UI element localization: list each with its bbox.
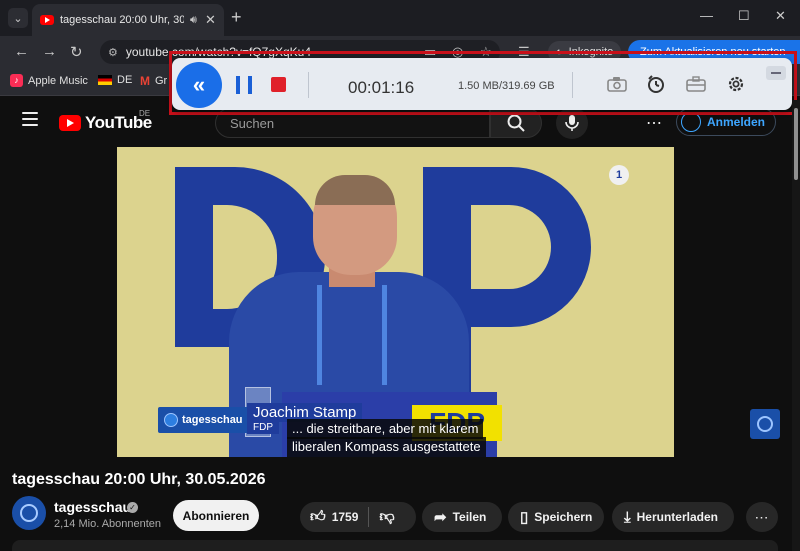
tab-title: tagesschau 20:00 Uhr, 30.05 (60, 14, 184, 26)
recording-file-size: 1.50 MB/319.69 GB (458, 80, 555, 92)
youtube-play-icon (59, 115, 81, 131)
save-button[interactable]: ▯ Speichern (508, 502, 604, 532)
backdrop-letter-hole (471, 205, 551, 289)
subscriber-count: 2,14 Mio. Abonnenten (54, 518, 162, 530)
maximize-window-icon[interactable]: ☐ (738, 8, 750, 24)
bookmark-apple-music[interactable]: ♪ Apple Music (10, 74, 88, 87)
close-window-icon[interactable]: ✕ (775, 8, 786, 24)
video-player[interactable]: FDP 1 tagesschau Joachim Stamp FDP ... d… (117, 147, 674, 457)
pause-recording-icon[interactable] (236, 76, 252, 94)
recorder-minimize-icon[interactable] (766, 66, 786, 80)
speaker-hair (315, 175, 395, 205)
share-button[interactable]: ➦ Teilen (422, 502, 502, 532)
recorder-divider (308, 72, 309, 98)
speaker-lanyard (317, 285, 387, 385)
tab-search-dropdown-icon[interactable]: ⌄ (8, 8, 28, 28)
settings-more-icon[interactable]: ⋯ (646, 113, 663, 133)
download-button[interactable]: ⤓ Herunterladen (612, 502, 734, 532)
settings-gear-icon[interactable] (724, 72, 748, 96)
apple-music-icon: ♪ (10, 74, 23, 87)
bookmark-label: DE (117, 74, 133, 86)
site-info-icon[interactable]: ⚙ (108, 46, 118, 59)
german-flag-icon (98, 75, 112, 85)
forward-icon[interactable]: → (42, 43, 57, 60)
bookmark-icon: ▯ (520, 509, 529, 526)
subscribe-button[interactable]: Abonnieren (173, 500, 259, 531)
share-label: Teilen (452, 510, 487, 524)
toolbox-icon[interactable] (684, 72, 708, 96)
channel-avatar[interactable] (12, 496, 46, 530)
region-code: DE (139, 109, 151, 118)
recorder-collapse-icon[interactable]: « (176, 62, 222, 108)
subtitle-line-1: ... die streitbare, aber mit klarem (287, 419, 484, 439)
new-tab-icon[interactable]: + (231, 8, 242, 26)
tagesschau-overlay-logo: tagesschau (158, 407, 249, 433)
bookmark-label: Apple Music (28, 74, 88, 87)
screenshot-camera-icon[interactable] (605, 72, 629, 96)
youtube-favicon-icon (40, 15, 54, 25)
close-tab-icon[interactable]: ✕ (205, 12, 216, 28)
bookmark-gmail[interactable]: M Gr (140, 74, 167, 88)
lower-third-party: FDP (247, 421, 279, 434)
tagesschau-globe-icon (164, 413, 178, 427)
back-icon[interactable]: ← (14, 43, 29, 60)
verified-check-icon: ✓ (127, 502, 138, 513)
reload-icon[interactable]: ↻ (70, 43, 83, 61)
tab-youtube[interactable]: tagesschau 20:00 Uhr, 30.05 🔊︎ ✕ (32, 4, 224, 36)
audio-playing-icon[interactable]: 🔊︎ (190, 14, 197, 27)
search-icon (507, 114, 525, 132)
gmail-icon: M (140, 74, 150, 88)
ard-channel-badge-icon: 1 (609, 165, 629, 185)
download-label: Herunterladen (636, 510, 718, 524)
like-divider (368, 507, 370, 527)
user-account-icon (681, 112, 701, 132)
hamburger-menu-icon[interactable] (22, 112, 38, 126)
tagesschau-overlay-text: tagesschau (182, 414, 243, 426)
sign-in-label: Anmelden (707, 115, 766, 129)
bookmark-de[interactable]: DE (98, 74, 132, 86)
microphone-icon (565, 115, 579, 131)
channel-name[interactable]: tagesschau (54, 499, 131, 515)
scrollbar-thumb[interactable] (794, 108, 798, 180)
thumbs-down-icon[interactable]: 👎︎ (379, 508, 394, 526)
download-icon: ⤓ (624, 508, 631, 526)
subtitle-line-2: liberalen Kompass ausgestattete (287, 437, 486, 457)
more-actions-icon[interactable]: ⋯ (746, 502, 778, 532)
recorder-divider (572, 72, 573, 98)
save-label: Speichern (534, 510, 593, 524)
youtube-logo[interactable]: YouTube (59, 113, 152, 133)
stop-recording-icon[interactable] (271, 77, 286, 92)
video-title: tagesschau 20:00 Uhr, 30.05.2026 (12, 471, 266, 488)
description-panel-edge (12, 540, 778, 551)
recording-timer: 00:01:16 (348, 78, 415, 97)
like-dislike-group: 👍︎ 1759 👎︎ (300, 502, 416, 532)
schedule-clock-icon[interactable] (644, 72, 668, 96)
like-count[interactable]: 1759 (332, 510, 359, 524)
share-arrow-icon: ➦ (434, 509, 447, 526)
bookmark-label: Gr (155, 75, 168, 87)
minimize-window-icon[interactable]: — (700, 8, 713, 23)
tagesschau-watermark-icon (750, 409, 780, 439)
thumbs-up-icon[interactable]: 👍︎ (310, 508, 326, 526)
